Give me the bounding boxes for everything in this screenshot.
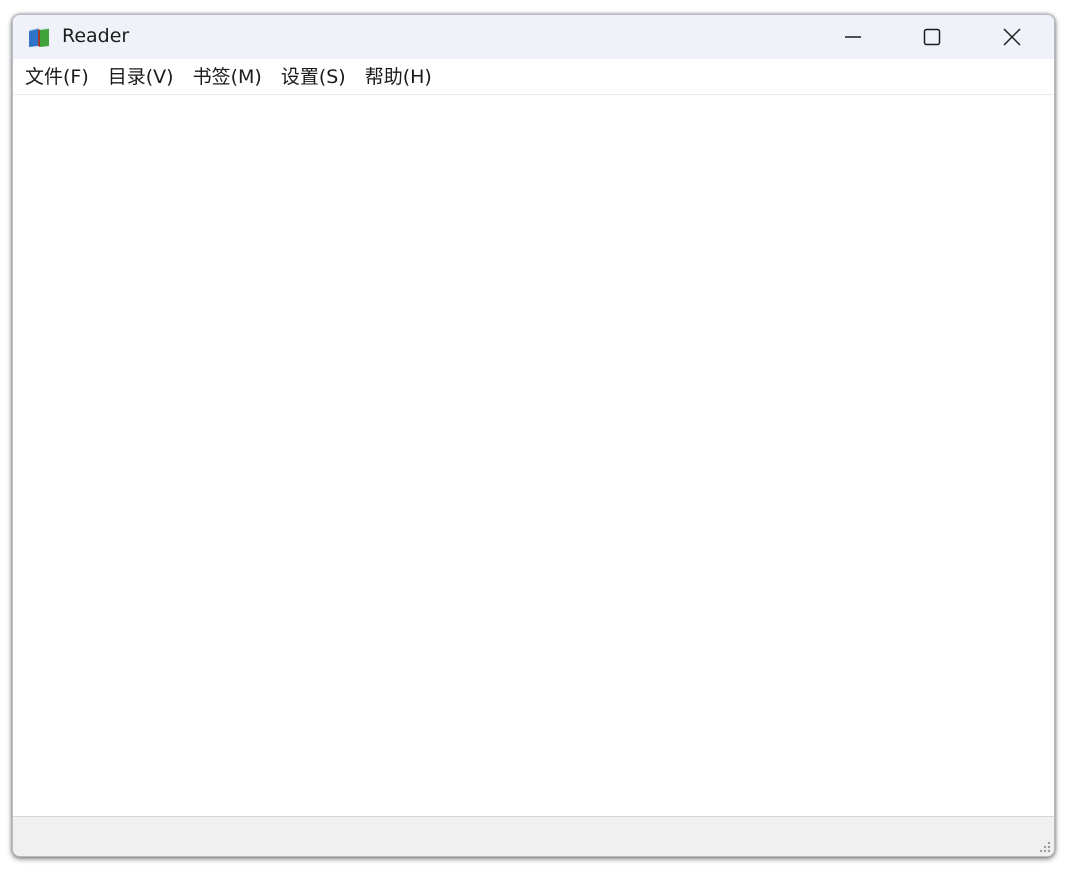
book-icon <box>29 28 49 47</box>
menu-help[interactable]: 帮助(H) <box>359 62 438 92</box>
close-button[interactable] <box>979 15 1045 59</box>
maximize-button[interactable] <box>899 15 965 59</box>
maximize-icon <box>923 28 941 46</box>
close-icon <box>1003 28 1021 46</box>
reader-window: Reader 文件(F) 目录(V) 书签(M) 设置(S) 帮助(H) <box>12 14 1055 857</box>
menu-bar: 文件(F) 目录(V) 书签(M) 设置(S) 帮助(H) <box>13 59 1054 95</box>
resize-grip-icon[interactable] <box>1036 838 1052 854</box>
window-title: Reader <box>62 25 130 47</box>
menu-contents[interactable]: 目录(V) <box>102 62 180 92</box>
menu-settings[interactable]: 设置(S) <box>275 62 352 92</box>
reading-area[interactable] <box>13 95 1054 816</box>
menu-bookmarks[interactable]: 书签(M) <box>187 62 268 92</box>
menu-file[interactable]: 文件(F) <box>19 62 95 92</box>
minimize-button[interactable] <box>820 15 886 59</box>
minimize-icon <box>845 36 861 38</box>
title-bar[interactable]: Reader <box>13 15 1054 59</box>
status-bar <box>13 816 1054 856</box>
